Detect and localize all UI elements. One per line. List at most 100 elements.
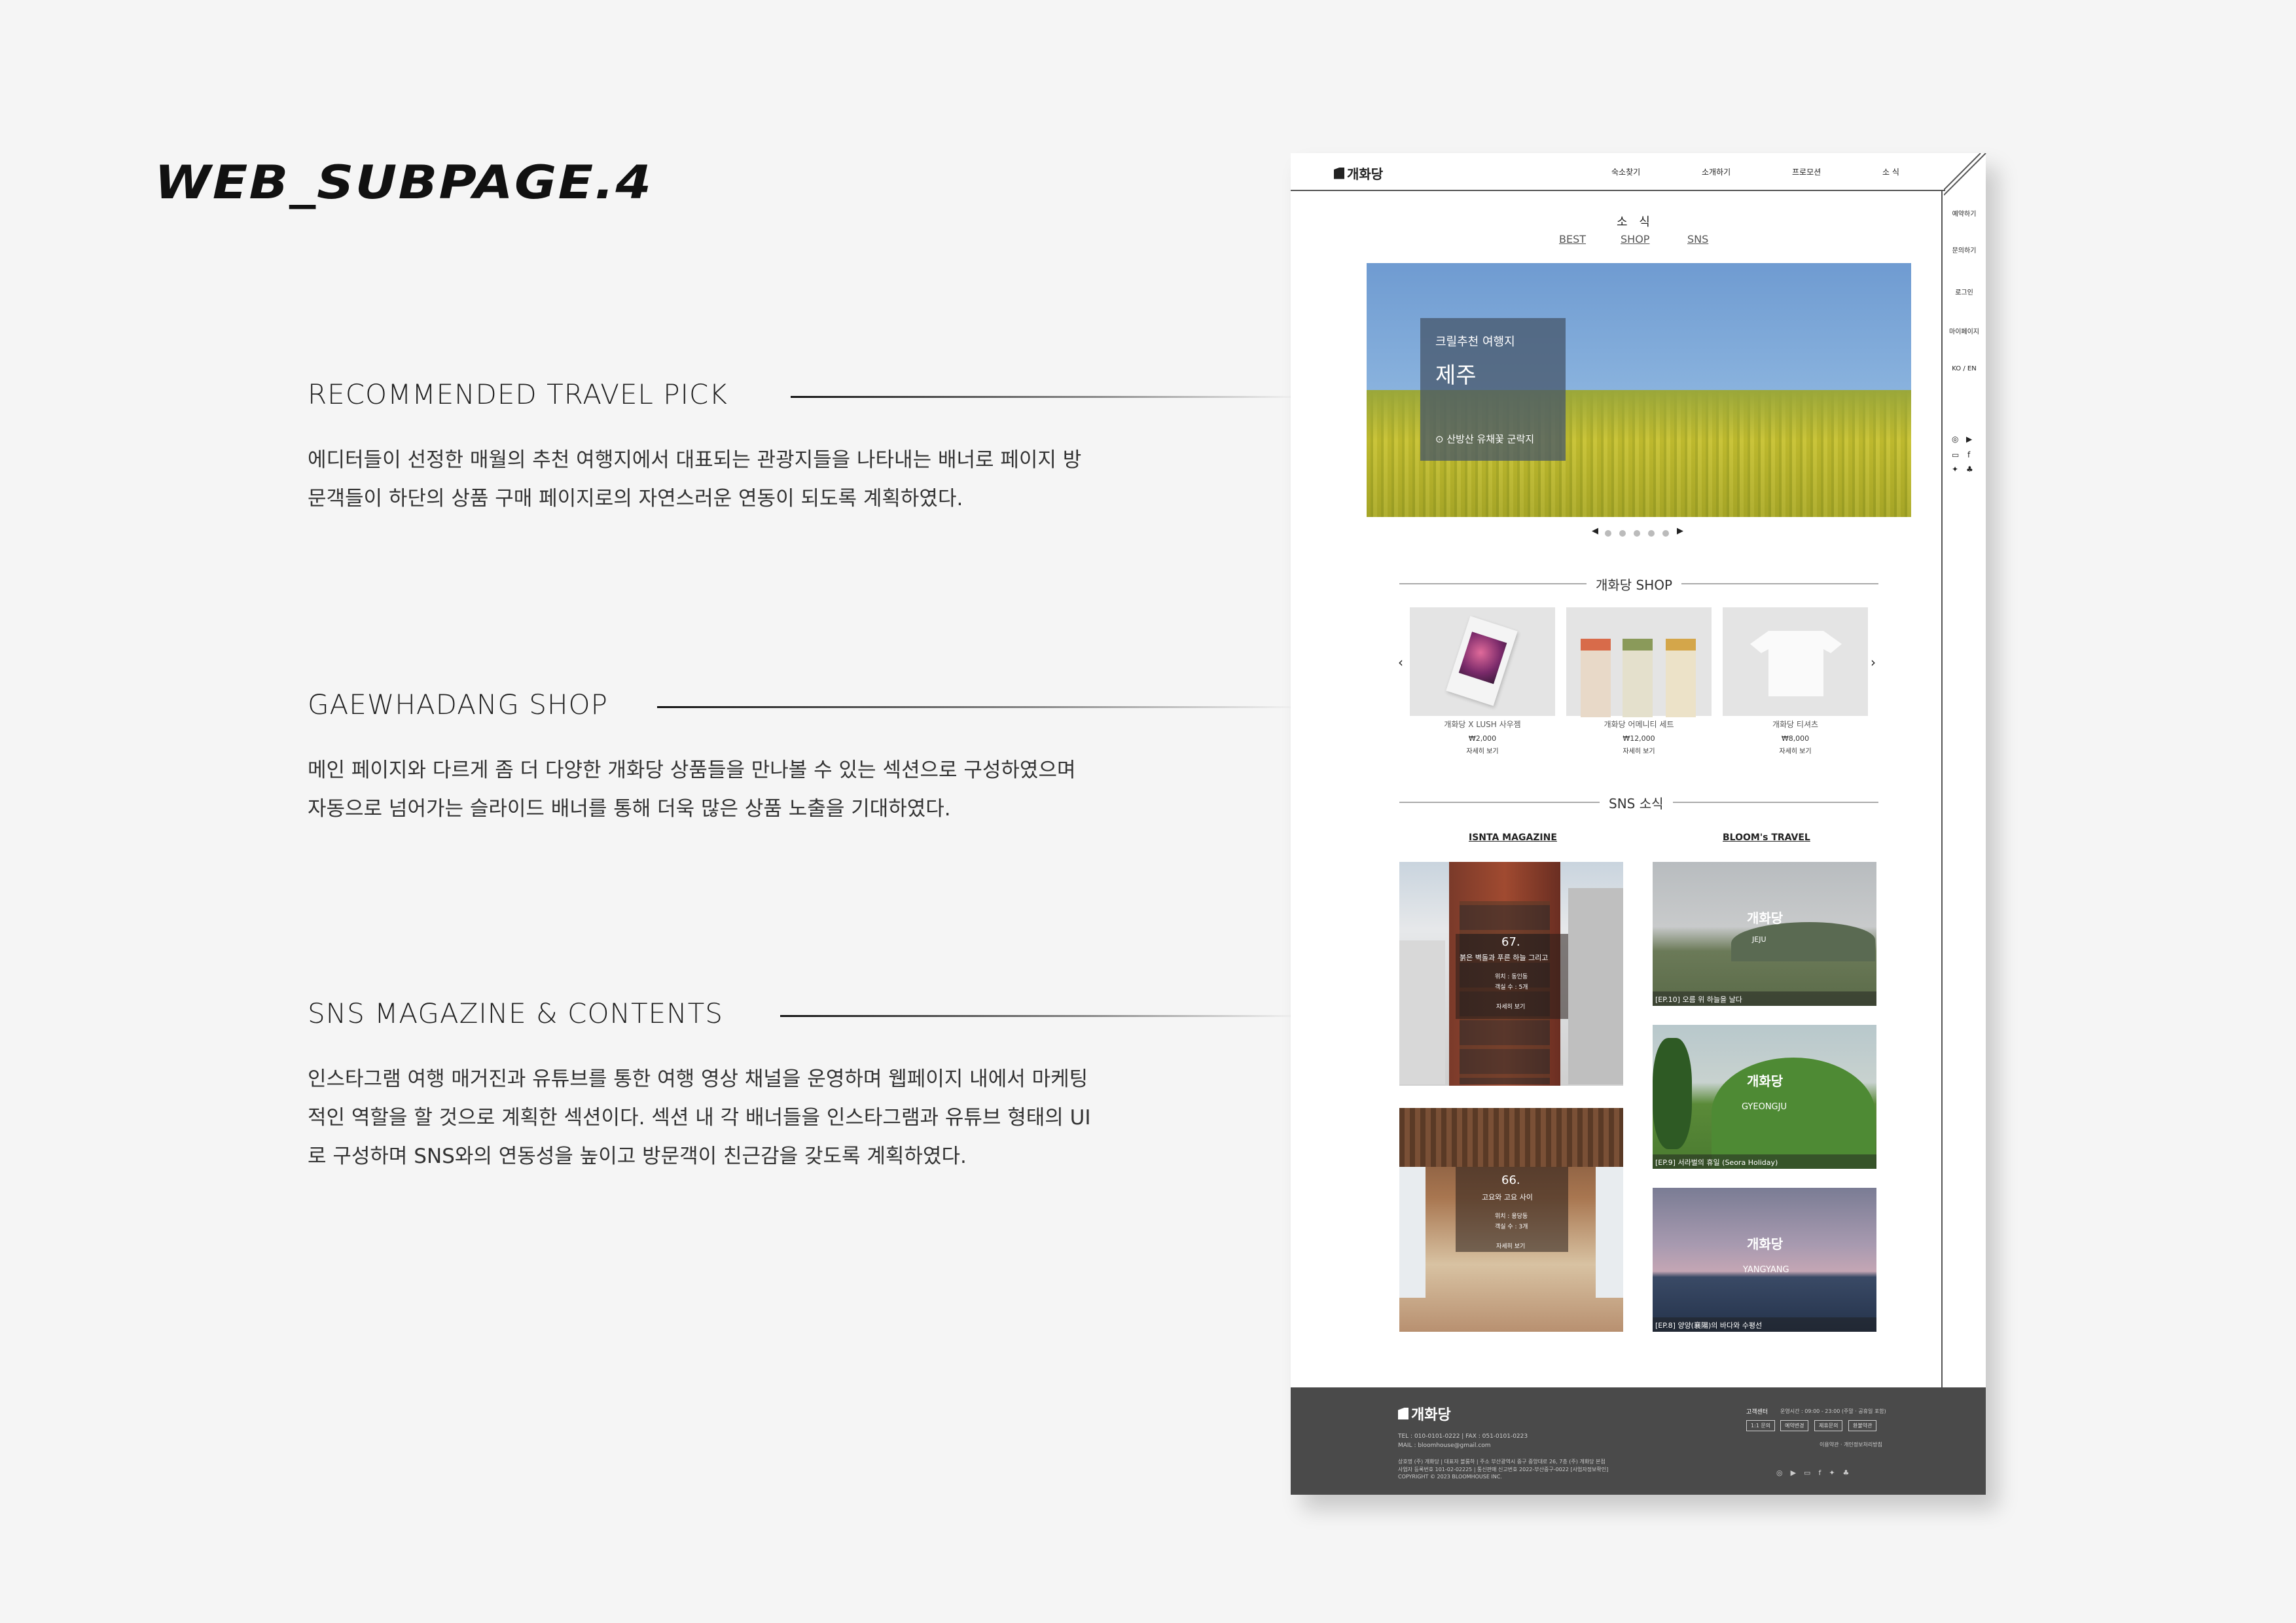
tab-shop[interactable]: SHOP [1621, 233, 1649, 245]
product-name: 개화당 티셔츠 [1772, 720, 1819, 729]
slider-dot[interactable] [1619, 530, 1626, 537]
insta-tile-number: 67. [1501, 935, 1520, 949]
product-image[interactable] [1410, 607, 1555, 716]
bloom-tile-episode: [EP.10] 오름 위 하늘을 날다 [1655, 995, 1742, 1004]
desc-line: 로 구성하며 SNS와의 연동성을 높이고 방문객이 친근감을 갖도록 계획하였… [308, 1145, 967, 1168]
bloom-tile-episode: [EP.9] 서라벌의 휴일 (Seora Holiday) [1655, 1158, 1778, 1167]
product-price: ₩12,000 [1623, 734, 1655, 743]
top-nav: 개화당 숙소찾기 소개하기 프로모션 소 식 [1291, 153, 1945, 191]
product-price: ₩2,000 [1468, 734, 1497, 743]
footer-policy-link[interactable]: 이용약관 · 개인정보처리방침 [1820, 1441, 1882, 1448]
side-item-lang[interactable]: KO / EN [1945, 365, 1983, 372]
logo-icon [1334, 167, 1344, 179]
insta-tile-caption: 붉은 벽돌과 푸른 하늘 그리고 [1460, 954, 1549, 962]
logo[interactable]: 개화당 [1334, 164, 1383, 183]
slider-next-icon[interactable]: ▶ [1677, 526, 1683, 536]
insta-tile-more[interactable]: 자세히 보기 [1496, 1002, 1525, 1010]
section-desc-sns: 인스타그램 여행 매거진과 유튜브를 통한 여행 영상 채널을 운영하며 웹페이… [308, 1060, 1257, 1176]
bloom-travel-tile[interactable]: 개화당 JEJU [EP.10] 오름 위 하늘을 날다 [1653, 862, 1876, 1006]
nav-item-news[interactable]: 소 식 [1882, 166, 1899, 177]
footer-refund-button[interactable]: 환불약관 [1848, 1420, 1877, 1431]
insta-tile-line: 위치 : 동인동 [1495, 974, 1528, 980]
insta-magazine-tile[interactable]: 66. 고요와 고요 사이 위치 : 용당동 객실 수 : 3개 자세히 보기 [1399, 1108, 1623, 1332]
nav-item-promo[interactable]: 프로모션 [1792, 166, 1821, 177]
tab-best[interactable]: BEST [1559, 233, 1586, 245]
product-more-link[interactable]: 자세히 보기 [1566, 745, 1712, 755]
section-line-travel [791, 396, 1301, 398]
footer-partner-button[interactable]: 제휴문의 [1814, 1420, 1843, 1431]
sub-page-title: 소 식 [1617, 215, 1654, 229]
footer-copyright: COPYRIGHT © 2023 BLOOMHOUSE INC. [1398, 1474, 1502, 1480]
blog-icon[interactable]: ▭ [1952, 450, 1959, 459]
insta-tile-number: 66. [1501, 1173, 1520, 1187]
desc-line: 적인 역할을 할 것으로 계획한 섹션이다. 섹션 내 각 배너들을 인스타그램… [308, 1106, 1091, 1130]
bloom-tile-brand: 개화당 [1747, 1236, 1784, 1252]
sns-label: SNS 소식 [1600, 793, 1673, 812]
bloom-travel-tile[interactable]: 개화당 YANGYANG [EP.8] 양양(襄陽)의 바다와 수평선 [1653, 1188, 1876, 1332]
product-image[interactable] [1723, 607, 1868, 716]
footer-company-info: 상호명 (주) 개화당 | 대표자 블룸하 | 주소 부산광역시 중구 중앙대로… [1398, 1459, 1605, 1465]
product-image[interactable] [1566, 607, 1712, 717]
slider-dot[interactable] [1662, 530, 1669, 537]
tab-sns[interactable]: SNS [1687, 233, 1708, 245]
product-price: ₩8,000 [1781, 734, 1810, 743]
desc-line: 에디터들이 선정한 매월의 추천 여행지에서 대표되는 관광지들을 나타내는 배… [308, 448, 1082, 472]
side-item-inquiry[interactable]: 문의하기 [1945, 245, 1983, 255]
desc-line: 메인 페이지와 다르게 좀 더 다양한 개화당 상품들을 만나볼 수 있는 섹션… [308, 758, 1076, 782]
section-heading-shop: GAEWHADANG SHOP [308, 688, 608, 721]
bloom-travel-tile[interactable]: 개화당 GYEONGJU [EP.9] 서라벌의 휴일 (Seora Holid… [1653, 1025, 1876, 1169]
slider-prev-icon[interactable]: ◀ [1592, 526, 1598, 536]
insta-magazine-label[interactable]: ISNTA MAGAZINE [1469, 832, 1557, 843]
bloom-tile-place: YANGYANG [1743, 1265, 1789, 1275]
side-item-mypage[interactable]: 마이페이지 [1945, 326, 1983, 336]
instagram-icon[interactable]: ◎ [1952, 435, 1958, 444]
section-heading-travel: RECOMMENDED TRAVEL PICK [308, 378, 728, 410]
hero-location-text: 산방산 유채꽃 군락지 [1446, 433, 1535, 445]
bloom-tile-place: JEJU [1752, 935, 1767, 944]
slider-dot[interactable] [1634, 530, 1640, 537]
shop-prev-icon[interactable]: ‹ [1398, 654, 1403, 670]
hero-subtitle: 크릴추천 여행지 [1435, 335, 1515, 349]
bloom-tile-brand: 개화당 [1747, 1073, 1784, 1089]
footer-cs-title: 고객센터 [1746, 1409, 1768, 1416]
section-line-sns [780, 1015, 1301, 1017]
footer-social-icons[interactable]: ◎▶▭f✦♣ [1776, 1469, 1857, 1477]
footer-inquiry-button[interactable]: 1:1 문의 [1746, 1420, 1776, 1431]
insta-tile-line: 객실 수 : 5개 [1495, 984, 1528, 991]
insta-tile-more[interactable]: 자세히 보기 [1496, 1241, 1525, 1250]
footer-contact: TEL : 010-0101-0222 | FAX : 051-0101-022… [1398, 1433, 1528, 1440]
footer-business-info: 사업자 등록번호 101-02-02225 | 통신판매 신고번호 2022-부… [1398, 1467, 1609, 1472]
side-item-reserve[interactable]: 예약하기 [1945, 208, 1983, 218]
footer-change-button[interactable]: 예약변경 [1780, 1420, 1809, 1431]
nav-item-about[interactable]: 소개하기 [1702, 166, 1731, 177]
bloom-travel-label[interactable]: BLOOM's TRAVEL [1723, 832, 1810, 843]
corner-fold [1944, 153, 1986, 196]
bloom-tile-place: GYEONGJU [1742, 1102, 1787, 1112]
side-item-login[interactable]: 로그인 [1945, 287, 1983, 296]
section-desc-shop: 메인 페이지와 다르게 좀 더 다양한 개화당 상품들을 만나볼 수 있는 섹션… [308, 751, 1257, 829]
slider-dot[interactable] [1648, 530, 1655, 537]
footer-logo[interactable]: 개화당 [1398, 1403, 1451, 1424]
insta-tile-caption: 고요와 고요 사이 [1482, 1193, 1533, 1202]
twitter-icon[interactable]: ✦ [1952, 465, 1958, 474]
snapchat-icon[interactable]: ♣ [1966, 465, 1973, 474]
youtube-icon[interactable]: ▶ [1966, 435, 1972, 444]
insta-magazine-tile[interactable]: 67. 붉은 벽돌과 푸른 하늘 그리고 위치 : 동인동 객실 수 : 5개 … [1399, 862, 1623, 1086]
footer-mail: MAIL : bloomhouse@gmail.com [1398, 1442, 1491, 1449]
section-line-shop [657, 706, 1301, 708]
page-title: WEB_SUBPAGE.4 [154, 156, 653, 209]
product-name: 개화당 X LUSH 사우젬 [1444, 720, 1521, 729]
bloom-tile-brand: 개화당 [1747, 910, 1784, 926]
insta-tile-line: 위치 : 용당동 [1495, 1213, 1528, 1220]
location-pin-icon: ⊙ [1435, 433, 1447, 445]
product-more-link[interactable]: 자세히 보기 [1410, 745, 1555, 755]
slider-dot[interactable] [1605, 530, 1611, 537]
bloom-tile-episode: [EP.8] 양양(襄陽)의 바다와 수평선 [1655, 1321, 1763, 1330]
shop-next-icon[interactable]: › [1871, 654, 1876, 670]
product-more-link[interactable]: 자세히 보기 [1723, 745, 1868, 755]
logo-icon [1398, 1408, 1408, 1419]
nav-item-stay[interactable]: 숙소찾기 [1611, 166, 1640, 177]
facebook-icon[interactable]: f [1967, 450, 1970, 459]
shop-label: 개화당 SHOP [1587, 575, 1682, 594]
product-name: 개화당 어메니티 세트 [1604, 720, 1674, 729]
